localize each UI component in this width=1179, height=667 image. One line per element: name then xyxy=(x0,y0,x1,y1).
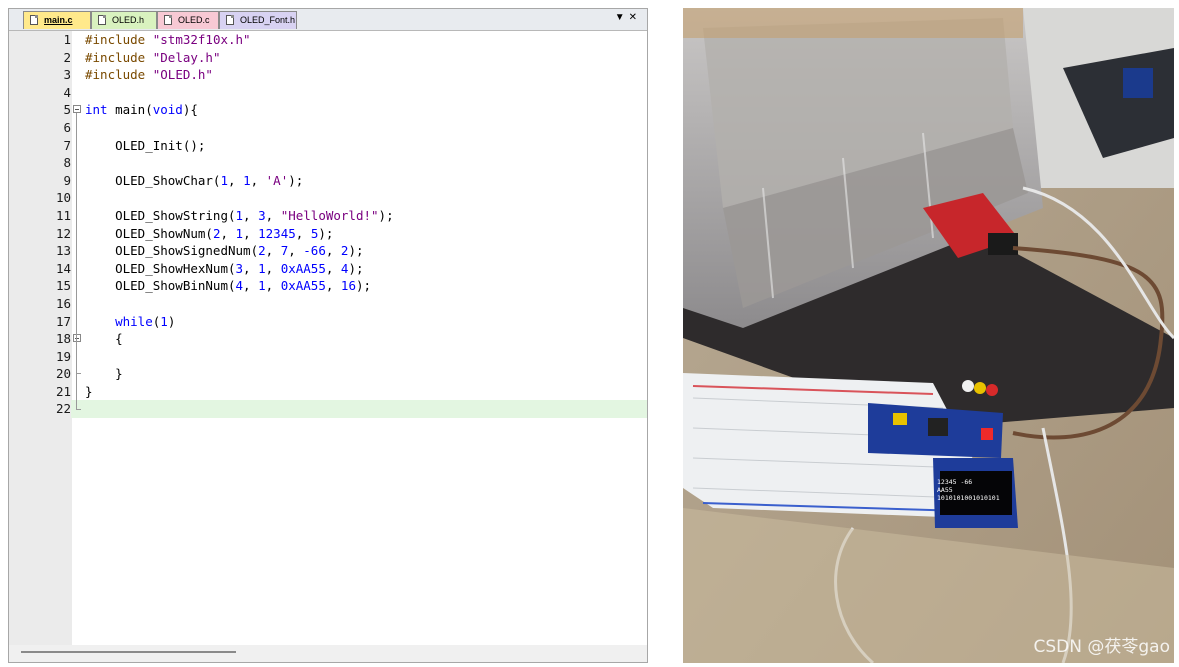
tab-label: OLED.c xyxy=(178,15,210,25)
code-area[interactable]: 1 #include "stm32f10x.h" 2 #include "Delay.… xyxy=(9,31,647,651)
tab-label: main.c xyxy=(44,15,73,25)
code-line[interactable]: 12 OLED_ShowNum(2, 1, 12345, 5); xyxy=(9,225,647,243)
code-line[interactable]: 22 xyxy=(9,400,647,419)
watermark: CSDN @茯苓gao xyxy=(1033,637,1170,657)
line-number: 10 xyxy=(55,190,71,206)
line-number: 13 xyxy=(55,243,71,259)
fold-collapse-icon[interactable] xyxy=(73,105,81,114)
code-lines: 1 #include "stm32f10x.h" 2 #include "Delay.… xyxy=(9,31,647,419)
line-number: 12 xyxy=(55,225,71,241)
tab-oled-font-h[interactable]: OLED_Font.h xyxy=(219,11,297,29)
code-text: #include "stm32f10x.h" xyxy=(85,32,251,47)
code-text: OLED_ShowHexNum(3, 1, 0xAA55, 4); xyxy=(85,260,364,276)
line-number: 2 xyxy=(63,49,71,65)
code-text: OLED_Init(); xyxy=(85,137,206,153)
code-line[interactable]: 14 OLED_ShowHexNum(3, 1, 0xAA55, 4); xyxy=(9,260,647,278)
code-text: OLED_ShowSignedNum(2, 7, -66, 2); xyxy=(85,243,364,259)
code-text: #include "Delay.h" xyxy=(85,49,221,65)
code-text: OLED_ShowChar(1, 1, 'A'); xyxy=(85,172,304,188)
line-number: 22 xyxy=(9,400,71,419)
code-line[interactable]: 6 xyxy=(9,119,647,137)
code-text: int main(void){ xyxy=(85,102,198,118)
code-line[interactable]: 18 { xyxy=(9,330,647,348)
dropdown-arrow-icon[interactable]: ▼ xyxy=(615,12,629,23)
hardware-photo: 12345 -66 AA55 1010101001010101 CSDN @茯苓… xyxy=(683,8,1174,663)
tab-oled-h[interactable]: OLED.h xyxy=(91,11,157,29)
tab-label: OLED.h xyxy=(112,15,145,25)
file-icon xyxy=(30,15,38,25)
file-icon xyxy=(98,15,106,25)
line-number: 1 xyxy=(63,32,71,47)
line-number: 4 xyxy=(63,84,71,100)
tab-controls: ▼✕ xyxy=(615,12,641,23)
line-number: 18 xyxy=(55,331,71,347)
line-number: 8 xyxy=(63,155,71,171)
line-number: 15 xyxy=(55,278,71,294)
line-number: 3 xyxy=(63,67,71,83)
photo-illustration xyxy=(683,8,1174,663)
code-line[interactable]: 5 int main(void){ xyxy=(9,101,647,119)
code-text: #include "OLED.h" xyxy=(85,67,213,83)
code-text: OLED_ShowBinNum(4, 1, 0xAA55, 16); xyxy=(85,278,372,294)
tab-main-c[interactable]: main.c xyxy=(23,11,91,29)
code-line[interactable]: 11 OLED_ShowString(1, 3, "HelloWorld!"); xyxy=(9,207,647,225)
code-line[interactable]: 7 OLED_Init(); xyxy=(9,137,647,155)
code-line[interactable]: 9 OLED_ShowChar(1, 1, 'A'); xyxy=(9,172,647,190)
line-number: 9 xyxy=(63,172,71,188)
line-number: 5 xyxy=(63,102,71,118)
tab-oled-c[interactable]: OLED.c xyxy=(157,11,219,29)
close-icon[interactable]: ✕ xyxy=(629,12,641,23)
line-number: 7 xyxy=(63,137,71,153)
fold-guide xyxy=(76,342,77,374)
fold-end xyxy=(76,373,81,375)
code-line[interactable]: 2 #include "Delay.h" xyxy=(9,49,647,67)
code-line[interactable]: 16 xyxy=(9,295,647,313)
line-number: 17 xyxy=(55,313,71,329)
code-text: } xyxy=(85,383,93,399)
horizontal-scrollbar[interactable] xyxy=(9,645,647,662)
code-line[interactable]: 13 OLED_ShowSignedNum(2, 7, -66, 2); xyxy=(9,242,647,260)
oled-screen-text: 12345 -66 AA55 1010101001010101 xyxy=(937,478,1000,502)
line-number: 6 xyxy=(63,119,71,135)
file-icon xyxy=(164,15,172,25)
code-line[interactable]: 4 xyxy=(9,84,647,102)
code-text: { xyxy=(85,331,123,347)
code-line[interactable]: 21} xyxy=(9,383,647,401)
fold-collapse-icon[interactable] xyxy=(73,334,81,343)
line-number: 20 xyxy=(55,366,71,382)
fold-end xyxy=(76,408,81,410)
code-line[interactable]: 3 #include "OLED.h" xyxy=(9,66,647,84)
code-text: } xyxy=(85,366,123,382)
code-line[interactable]: 17 while(1) xyxy=(9,313,647,331)
line-number: 21 xyxy=(55,383,71,399)
tab-label: OLED_Font.h xyxy=(240,15,296,25)
code-line[interactable]: 15 OLED_ShowBinNum(4, 1, 0xAA55, 16); xyxy=(9,277,647,295)
scrollbar-thumb[interactable] xyxy=(21,651,236,653)
editor-tab-bar: OLED_Font.h OLED.c OLED.h main.c ▼✕ xyxy=(9,9,647,31)
code-text: OLED_ShowString(1, 3, "HelloWorld!"); xyxy=(85,207,394,223)
code-line[interactable]: 19 xyxy=(9,348,647,366)
code-text: while(1) xyxy=(115,313,176,329)
code-line[interactable]: 1 #include "stm32f10x.h" xyxy=(9,31,647,49)
file-icon xyxy=(226,15,234,25)
line-number: 14 xyxy=(55,260,71,276)
code-line[interactable]: 20 } xyxy=(9,365,647,383)
code-editor: OLED_Font.h OLED.c OLED.h main.c ▼✕ 1 #in… xyxy=(8,8,648,663)
line-number: 11 xyxy=(55,207,71,223)
code-line[interactable]: 10 xyxy=(9,189,647,207)
code-text: OLED_ShowNum(2, 1, 12345, 5); xyxy=(85,225,334,241)
line-number: 19 xyxy=(55,348,71,364)
code-line[interactable]: 8 xyxy=(9,154,647,172)
line-number: 16 xyxy=(55,295,71,311)
